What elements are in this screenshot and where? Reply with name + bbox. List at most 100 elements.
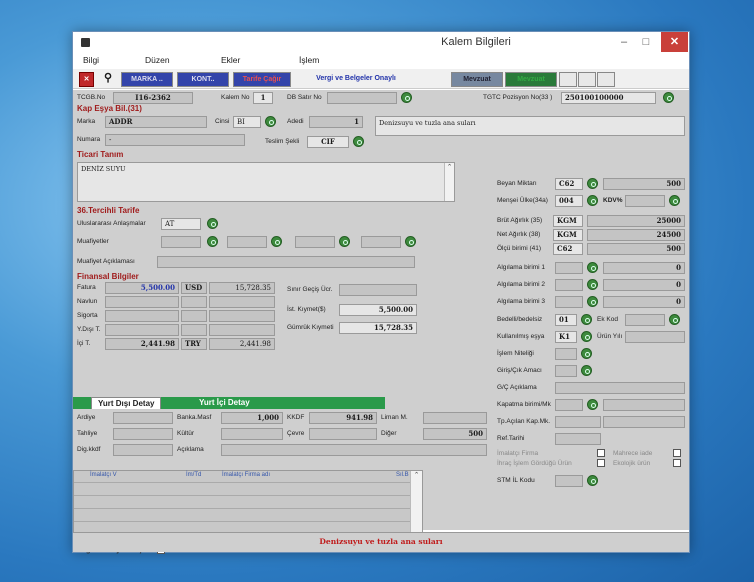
menu-islem[interactable]: İşlem [299, 55, 319, 65]
kdv-lookup-icon[interactable] [669, 195, 680, 206]
menu-bilgi[interactable]: Bilgi [83, 55, 99, 65]
stm-il-kodu-field[interactable] [555, 475, 583, 487]
anlasma-lookup-icon[interactable] [207, 218, 218, 229]
grid-col-imalatci-v[interactable]: İmalatçı V [90, 472, 117, 481]
olcu-field[interactable]: 500 [587, 243, 685, 255]
olcu-unit-field[interactable]: C62 [553, 243, 583, 255]
sigorta-currency-field[interactable] [181, 310, 207, 322]
ticari-tanim-area[interactable]: DENİZ SUYU ⌃ [77, 162, 455, 202]
muafiyet-field-2[interactable] [227, 236, 267, 248]
ihrac-islem-checkbox[interactable] [597, 459, 605, 467]
navlun-currency-field[interactable] [181, 296, 207, 308]
muafiyet-3-lookup-icon[interactable] [339, 236, 350, 247]
algilama-3-lookup-icon[interactable] [587, 296, 598, 307]
imalatci-grid[interactable]: İmalatçı V İm/Td İmalatçı Firma adı Sıl.… [73, 470, 423, 537]
brut-field[interactable]: 25000 [587, 215, 685, 227]
minimize-button[interactable]: – [613, 32, 635, 52]
toolbar-blank-button-1[interactable] [559, 72, 577, 87]
navlun-field[interactable] [105, 296, 179, 308]
ardiye-field[interactable] [113, 412, 173, 424]
db-satir-field[interactable] [327, 92, 397, 104]
dig-kkdf-field[interactable] [113, 444, 173, 456]
bedelli-lookup-icon[interactable] [581, 314, 592, 325]
net-field[interactable]: 24500 [587, 229, 685, 241]
gtip-lookup-icon[interactable] [663, 92, 674, 103]
tahliye-field[interactable] [113, 428, 173, 440]
brut-unit-field[interactable]: KGM [553, 215, 583, 227]
islem-niteligi-field[interactable] [555, 348, 577, 360]
gumruk-kiymet-field[interactable]: 15,728.35 [339, 322, 417, 334]
bedelli-field[interactable]: 01 [555, 314, 577, 326]
mevzuat-button[interactable]: Mevzuat [451, 72, 503, 87]
binoculars-icon[interactable]: ⚲ [98, 72, 118, 87]
grid-col-firma-adi[interactable]: İmalatçı Firma adı [222, 472, 270, 481]
kultur-field[interactable] [221, 428, 283, 440]
grid-col-im-td[interactable]: İm/Td [186, 472, 201, 481]
algilama-2-unit-field[interactable] [555, 279, 583, 291]
grid-col-sil-b[interactable]: Sıl.B [396, 472, 409, 481]
marka-field[interactable]: ADDR [105, 116, 207, 128]
gc-aciklama-field[interactable] [555, 382, 685, 394]
grid-scrollbar[interactable]: ⌃ [410, 471, 422, 536]
muafiyet-1-lookup-icon[interactable] [207, 236, 218, 247]
muafiyet-aciklama-field[interactable] [157, 256, 415, 268]
cinsi-field[interactable]: BI [233, 116, 261, 128]
sigorta-field[interactable] [105, 310, 179, 322]
sinir-gecis-field[interactable] [339, 284, 417, 296]
ydisi-field[interactable] [105, 324, 179, 336]
algilama-1-field[interactable]: 0 [603, 262, 685, 274]
beyan-unit-lookup-icon[interactable] [587, 178, 598, 189]
cinsi-lookup-icon[interactable] [265, 116, 276, 127]
gtip-field[interactable]: 250100100000 [561, 92, 656, 104]
algilama-1-unit-field[interactable] [555, 262, 583, 274]
numara-field[interactable]: - [105, 134, 245, 146]
algilama-2-field[interactable]: 0 [603, 279, 685, 291]
mahrece-iade-checkbox[interactable] [673, 449, 681, 457]
tcgb-field[interactable]: I16-2362 [113, 92, 193, 104]
fatura-field[interactable]: 5,500.00 [105, 282, 179, 294]
kdv-field[interactable] [625, 195, 665, 207]
ticari-scrollbar[interactable]: ⌃ [444, 163, 454, 201]
kapatma-field[interactable] [555, 399, 583, 411]
muafiyet-field-3[interactable] [295, 236, 335, 248]
kullanilmis-field[interactable]: K1 [555, 331, 577, 343]
tp-acilan-value-field[interactable] [603, 416, 685, 428]
kullanilmis-lookup-icon[interactable] [581, 331, 592, 342]
ek-kod-field[interactable] [625, 314, 665, 326]
fatura-currency-field[interactable]: USD [181, 282, 207, 294]
islem-niteligi-lookup-icon[interactable] [581, 348, 592, 359]
aciklama-field[interactable] [221, 444, 487, 456]
yici-field[interactable]: 2,441.98 [105, 338, 179, 350]
muafiyet-4-lookup-icon[interactable] [405, 236, 416, 247]
db-satir-lookup-icon[interactable] [401, 92, 412, 103]
giris-amaci-lookup-icon[interactable] [581, 365, 592, 376]
menu-duzen[interactable]: Düzen [145, 55, 170, 65]
delete-icon[interactable]: ✕ [79, 72, 94, 87]
tab-yurt-ici-detay[interactable]: Yurt İçi Detay [193, 397, 256, 409]
algilama-1-lookup-icon[interactable] [587, 262, 598, 273]
mensei-lookup-icon[interactable] [587, 195, 598, 206]
kap-description-area[interactable]: Denizsuyu ve tuzla ana suları [375, 116, 685, 136]
tab-yurt-disi-detay[interactable]: Yurt Dışı Detay [91, 397, 162, 409]
maximize-button[interactable]: □ [635, 32, 657, 52]
stm-il-kodu-lookup-icon[interactable] [587, 475, 598, 486]
tarife-cagir-button[interactable]: Tarife Çağır [233, 72, 291, 87]
toolbar-blank-button-3[interactable] [597, 72, 615, 87]
anlasma-field[interactable]: AT [161, 218, 201, 230]
kapatma-lookup-icon[interactable] [587, 399, 598, 410]
ekolojik-urun-checkbox[interactable] [673, 459, 681, 467]
banka-field[interactable]: 1,000 [221, 412, 283, 424]
adedi-field[interactable]: 1 [309, 116, 363, 128]
beyan-miktari-field[interactable]: 500 [603, 178, 685, 190]
beyan-unit-field[interactable]: C62 [555, 178, 583, 190]
muafiyet-field-1[interactable] [161, 236, 201, 248]
teslim-lookup-icon[interactable] [353, 136, 364, 147]
marka-button[interactable]: MARKA .. [121, 72, 173, 87]
close-button[interactable]: ✕ [661, 32, 688, 52]
menu-ekler[interactable]: Ekler [221, 55, 240, 65]
giris-amaci-field[interactable] [555, 365, 577, 377]
ek-kod-lookup-icon[interactable] [669, 314, 680, 325]
toolbar-blank-button-2[interactable] [578, 72, 596, 87]
ist-kiymet-field[interactable]: 5,500.00 [339, 304, 417, 316]
algilama-3-unit-field[interactable] [555, 296, 583, 308]
